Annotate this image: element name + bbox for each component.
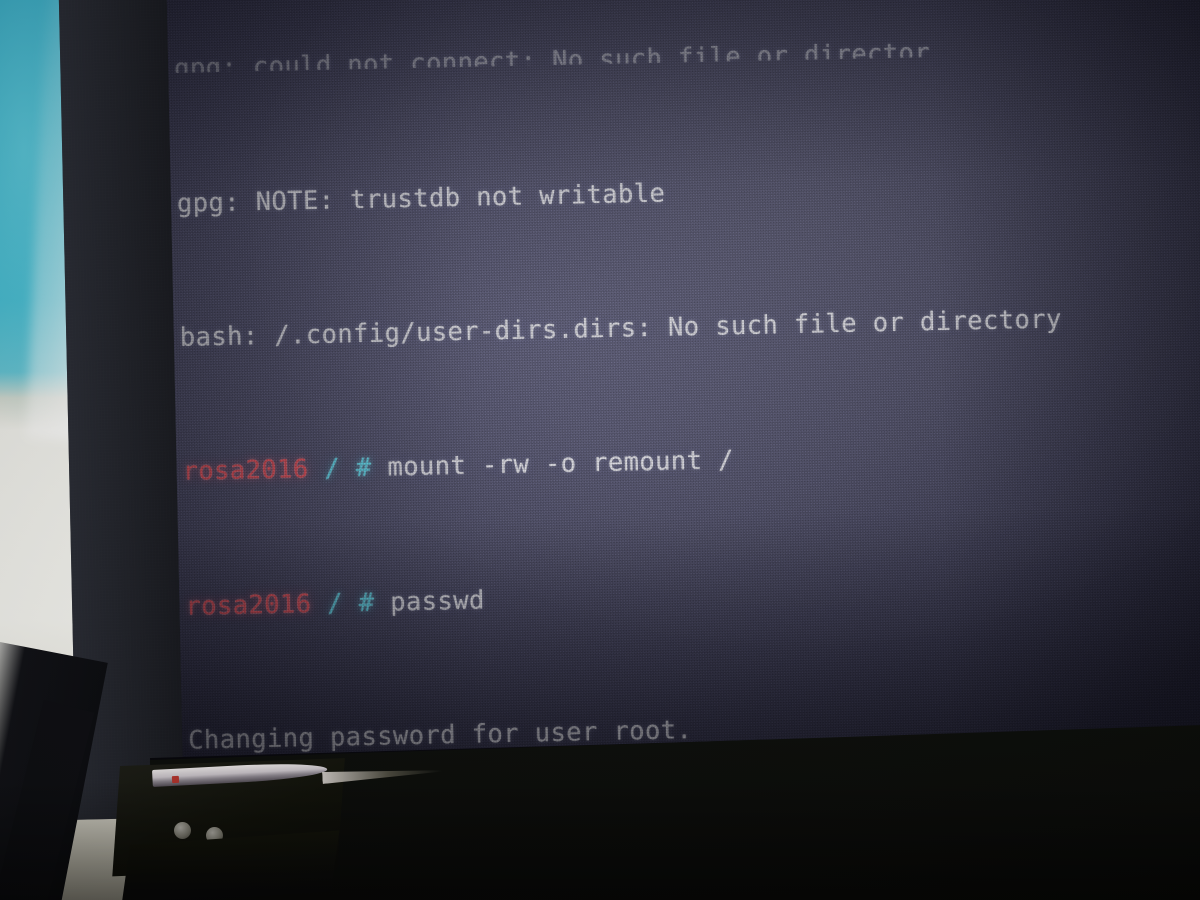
indicator-led	[174, 822, 191, 839]
laptop-screen[interactable]: gpg: could not connect: No such file or …	[166, 0, 1200, 766]
stylus-marking	[171, 775, 180, 784]
screen-vignette	[166, 0, 1200, 766]
photograph-of-laptop: gpg: could not connect: No such file or …	[0, 0, 1200, 900]
